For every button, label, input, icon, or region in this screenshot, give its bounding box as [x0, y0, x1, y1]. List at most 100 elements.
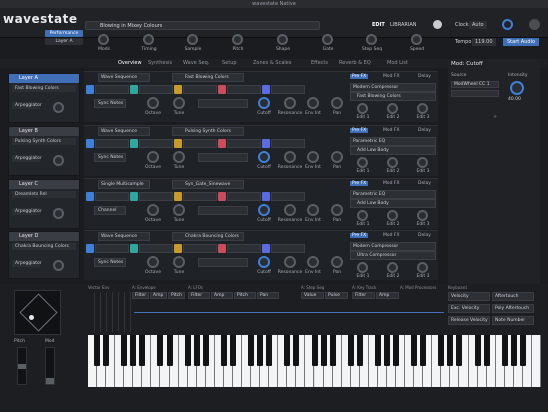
black-key[interactable] [166, 335, 173, 366]
wave-selector[interactable]: Syn_Gate_Sinewave [172, 180, 244, 189]
slot-field-2[interactable] [183, 85, 217, 94]
param-knob-0[interactable] [147, 151, 159, 163]
black-key[interactable] [202, 335, 209, 366]
vector-joystick[interactable] [14, 290, 61, 335]
filter-type-dropdown[interactable] [198, 153, 248, 162]
fx-type-dropdown[interactable]: Parametric EQ [350, 190, 436, 199]
param-knob-3[interactable] [284, 204, 296, 216]
slot-icon-0[interactable] [86, 85, 94, 94]
param-knob-1[interactable] [173, 256, 185, 268]
fx-preset-dropdown[interactable]: Ultra Compressor [350, 251, 436, 260]
mod-tab-lfo_tabs-3[interactable]: Pan [257, 292, 279, 299]
slot-field-0[interactable] [95, 192, 129, 201]
layer-header[interactable]: Layer D [9, 232, 79, 241]
macro-knob-3[interactable] [232, 34, 243, 45]
keyboard-mod-5[interactable]: Note Number [492, 316, 534, 325]
sync-notes-button[interactable]: Sync Notes [94, 99, 126, 108]
tab-setup[interactable]: Setup [222, 59, 237, 68]
delay-toggle[interactable]: Delay [418, 181, 431, 186]
mod-tab-seq_tabs-1[interactable]: Pulse [325, 292, 348, 299]
slot-icon-4[interactable] [262, 244, 270, 253]
layer-c[interactable]: Layer C Dreamlets Rel Arpeggiator [8, 179, 80, 229]
mod-intensity-knob[interactable] [510, 81, 524, 95]
param-knob-3[interactable] [284, 97, 296, 109]
piano-keyboard[interactable] [88, 335, 541, 387]
preset-selector[interactable]: Blowing in Mixey Colours [85, 21, 320, 30]
osc-mode-dropdown[interactable]: Single Multisample [98, 180, 150, 189]
fx-edit-knob-1[interactable] [387, 210, 398, 221]
param-knob-5[interactable] [331, 256, 343, 268]
slot-icon-1[interactable] [130, 192, 138, 201]
slot-icon-1[interactable] [130, 139, 138, 148]
param-knob-3[interactable] [284, 151, 296, 163]
keyboard-mod-3[interactable]: Poly Aftertouch [492, 304, 534, 313]
delay-toggle[interactable]: Delay [418, 128, 431, 133]
slot-icon-3[interactable] [218, 244, 226, 253]
mod-tab-lfo_tabs-1[interactable]: Amp [211, 292, 233, 299]
slot-icon-4[interactable] [262, 139, 270, 148]
pitch-wheel[interactable] [17, 347, 27, 385]
param-knob-2[interactable] [258, 97, 270, 109]
osc-mode-dropdown[interactable]: Wave Sequence [98, 127, 150, 136]
start-audio-button[interactable]: Start Audio [503, 38, 540, 46]
arpeggiator-button[interactable]: Arpeggiator [12, 155, 42, 162]
param-knob-4[interactable] [307, 256, 319, 268]
layer-level-knob[interactable] [53, 155, 64, 166]
mod-source-dropdown[interactable]: ModWheel CC 1 [451, 81, 499, 88]
filter-type-dropdown[interactable] [198, 206, 248, 215]
param-knob-4[interactable] [307, 97, 319, 109]
fx-edit-knob-2[interactable] [417, 210, 428, 221]
mod-tab-key_tabs-1[interactable]: Amp [376, 292, 399, 299]
black-key[interactable] [329, 335, 336, 366]
layer-level-knob[interactable] [53, 208, 64, 219]
wave-selector[interactable]: Chakra Bouncing Colors [172, 232, 244, 241]
slot-icon-0[interactable] [86, 139, 94, 148]
param-knob-5[interactable] [331, 151, 343, 163]
slot-field-4[interactable] [271, 192, 305, 201]
black-key[interactable] [157, 335, 164, 366]
fx-edit-knob-0[interactable] [357, 103, 368, 114]
param-knob-5[interactable] [331, 97, 343, 109]
clock-dropdown[interactable]: Auto [469, 21, 487, 29]
black-key[interactable] [347, 335, 354, 366]
layer-a[interactable]: Layer A Fast Blowing Colors Arpeggiator [8, 73, 80, 123]
black-key[interactable] [393, 335, 400, 366]
vector-cursor[interactable] [29, 315, 34, 320]
param-knob-1[interactable] [173, 97, 185, 109]
mod-tab-env_tabs-0[interactable]: Filter [132, 292, 149, 299]
param-knob-5[interactable] [331, 204, 343, 216]
slot-icon-0[interactable] [86, 244, 94, 253]
black-key[interactable] [447, 335, 454, 366]
tab-reverb-eq[interactable]: Reverb & EQ [339, 59, 371, 68]
layer-preset[interactable]: Dreamlets Rel [12, 191, 76, 198]
macro-knob-0[interactable] [98, 34, 109, 45]
layer-d[interactable]: Layer D Chakra Bouncing Colors Arpeggiator [8, 231, 80, 279]
tab-wave-seq[interactable]: Wave Seq. [183, 59, 209, 68]
slot-field-1[interactable] [139, 85, 173, 94]
tab-synthesis[interactable]: Synthesis [148, 59, 172, 68]
black-key[interactable] [374, 335, 381, 366]
fx-type-dropdown[interactable]: Parametric EQ [350, 137, 436, 146]
fx-edit-knob-2[interactable] [417, 262, 428, 273]
slot-field-2[interactable] [183, 139, 217, 148]
black-key[interactable] [184, 335, 191, 366]
layer-level-knob[interactable] [53, 102, 64, 113]
pre-fx-toggle[interactable]: Pre FX [350, 233, 369, 238]
slot-field-1[interactable] [139, 244, 173, 253]
wave-selector[interactable]: Pulsing Synth Colors [172, 127, 244, 136]
black-key[interactable] [293, 335, 300, 366]
mod-source-2-dropdown[interactable] [451, 90, 499, 97]
macro-knob-7[interactable] [411, 34, 422, 45]
macro-knob-6[interactable] [366, 34, 377, 45]
mod-tab-env_tabs-2[interactable]: Pitch [168, 292, 185, 299]
master-volume-knob[interactable] [502, 19, 513, 30]
librarian-button[interactable]: LIBRARIAN [390, 21, 417, 29]
fx-edit-knob-1[interactable] [387, 157, 398, 168]
slot-field-0[interactable] [95, 85, 129, 94]
pre-fx-toggle[interactable]: Pre FX [350, 74, 369, 79]
slot-icon-0[interactable] [86, 192, 94, 201]
slot-field-0[interactable] [95, 139, 129, 148]
fx-type-dropdown[interactable]: Modern Compressor [350, 83, 436, 92]
power-icon[interactable] [529, 19, 540, 30]
black-key[interactable] [257, 335, 264, 366]
